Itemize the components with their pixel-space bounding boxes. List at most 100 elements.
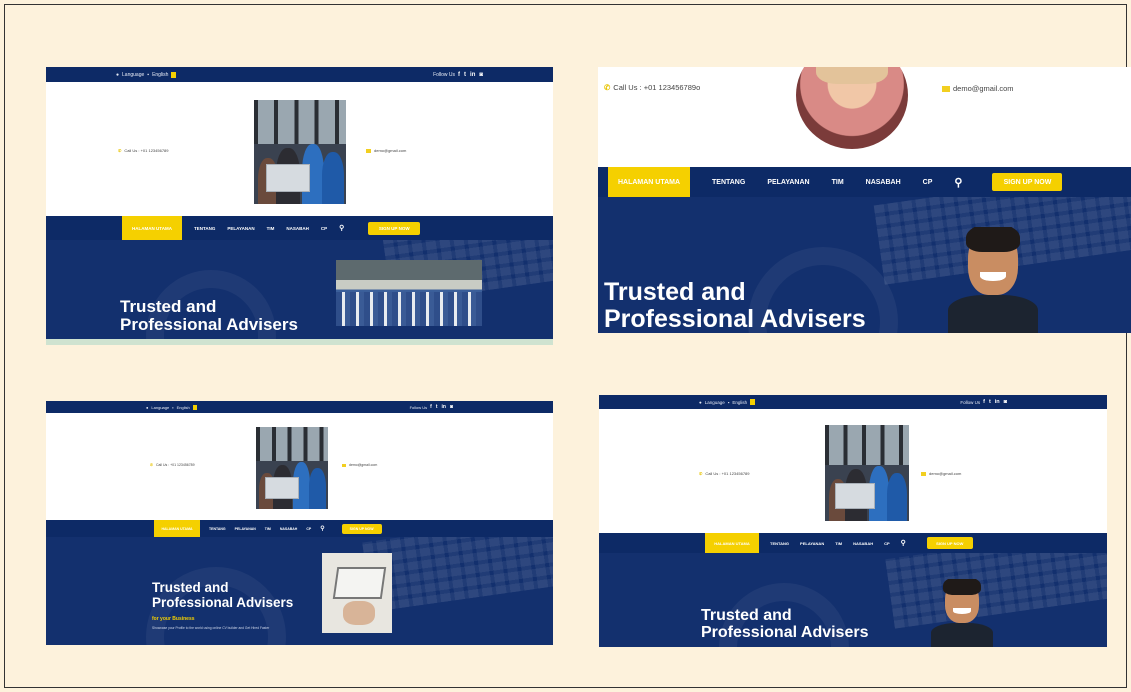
search-icon[interactable]: ⚲ — [320, 525, 324, 532]
advisor-photo — [931, 579, 993, 647]
nav-item-nasabah[interactable]: NASABAH — [286, 226, 309, 231]
nav-item-pelayanan[interactable]: PELAYANAN — [235, 527, 256, 531]
screenshot-bottom-right: ● Language ▪ English Follow Us f t in ◙ … — [599, 395, 1107, 647]
nav-item-cp[interactable]: CP — [306, 527, 311, 531]
linkedin-icon[interactable]: in — [995, 399, 1000, 405]
nav-item-nasabah[interactable]: NASABAH — [866, 179, 901, 186]
search-icon[interactable]: ⚲ — [339, 224, 344, 232]
flag-icon: ▪ — [147, 71, 150, 78]
collage-frame: ● Language ▪ English Follow Us f t in ◙ … — [4, 4, 1131, 688]
hero-section: Trusted and Professional Advisers for yo… — [46, 537, 553, 645]
social-links: Follow Us f t in ◙ — [433, 71, 483, 78]
search-icon[interactable]: ⚲ — [954, 176, 962, 189]
nav-item-halaman-utama[interactable]: HALAMAN UTAMA — [608, 167, 690, 197]
instagram-icon[interactable]: ◙ — [479, 72, 483, 78]
top-bar: ● Language ▪ English Follow Us f t in ◙ — [46, 67, 553, 82]
nav-item-pelayanan[interactable]: PELAYANAN — [800, 541, 824, 546]
twitter-icon[interactable]: t — [436, 404, 438, 410]
nav-item-tim[interactable]: TIM — [835, 541, 842, 546]
main-nav: HALAMAN UTAMA TENTANG PELAYANAN TIM NASA… — [599, 533, 1107, 553]
hero-description: Showcase your Profile to the world using… — [152, 626, 270, 630]
nav-item-halaman-utama[interactable]: HALAMAN UTAMA — [122, 216, 182, 240]
header: ✆ Call Us : +01 123456789o demo@gmail.co… — [598, 67, 1131, 167]
nav-item-tim[interactable]: TIM — [265, 527, 271, 531]
language-selector[interactable]: ● Language ▪ English — [699, 399, 756, 405]
top-bar: ● Language ▪ English Follow Us f t in ◙ — [46, 401, 553, 413]
social-links: Follow Us f t in ◙ — [960, 399, 1007, 405]
nav-item-tentang[interactable]: TENTANG — [712, 179, 745, 186]
call-info: ✆ Call Us : +01 123456789 — [699, 471, 750, 476]
call-info: ✆ Call Us : +01 123456789o — [604, 83, 701, 92]
hero-section: Trusted and Professional Advisers — [46, 240, 553, 339]
header: ✆ Call Us : +01 123456789 demo@gmail.com — [599, 409, 1107, 533]
nav-item-tentang[interactable]: TENTANG — [194, 226, 215, 231]
twitter-icon[interactable]: t — [464, 72, 466, 78]
profile-photo — [796, 67, 908, 149]
main-nav: HALAMAN UTAMA TENTANG PELAYANAN TIM NASA… — [598, 167, 1131, 197]
nav-item-pelayanan[interactable]: PELAYANAN — [227, 226, 254, 231]
linkedin-icon[interactable]: in — [470, 72, 475, 78]
nav-item-cp[interactable]: CP — [884, 541, 890, 546]
language-selector[interactable]: ● Language ▪ English — [146, 404, 197, 410]
nav-item-cp[interactable]: CP — [923, 179, 933, 186]
hero-title: Trusted and Professional Advisers — [152, 580, 294, 610]
language-selector[interactable]: ● Language ▪ English — [116, 71, 177, 78]
flag-icon: ▪ — [727, 399, 730, 405]
laptop-photo — [322, 553, 392, 633]
hero-section: Trusted and Professional Advisers — [599, 553, 1107, 647]
instagram-icon[interactable]: ◙ — [450, 404, 453, 410]
email-info: demo@gmail.com — [366, 148, 406, 153]
nav-item-tim[interactable]: TIM — [267, 226, 275, 231]
nav-item-cp[interactable]: CP — [321, 226, 327, 231]
linkedin-icon[interactable]: in — [442, 404, 446, 410]
sign-up-button[interactable]: SIGN UP NOW — [341, 523, 382, 534]
mail-icon — [921, 471, 926, 476]
hero-title: Trusted and Professional Advisers — [701, 607, 869, 642]
nav-item-tim[interactable]: TIM — [832, 179, 844, 186]
search-icon[interactable]: ⚲ — [901, 539, 906, 547]
facebook-icon[interactable]: f — [430, 404, 432, 410]
team-photo — [256, 427, 328, 509]
mail-icon — [342, 463, 346, 467]
bottom-strip — [46, 339, 553, 345]
social-links: Follow Us f t in ◙ — [409, 404, 453, 410]
facebook-icon[interactable]: f — [458, 72, 460, 78]
phone-icon: ✆ — [150, 463, 153, 467]
twitter-icon[interactable]: t — [989, 399, 991, 405]
top-bar: ● Language ▪ English Follow Us f t in ◙ — [599, 395, 1107, 409]
main-nav: HALAMAN UTAMA TENTANG PELAYANAN TIM NASA… — [46, 216, 553, 240]
sign-up-button[interactable]: SIGN UP NOW — [992, 173, 1063, 191]
instagram-icon[interactable]: ◙ — [1004, 399, 1007, 405]
nav-item-tentang[interactable]: TENTANG — [209, 527, 226, 531]
nav-item-tentang[interactable]: TENTANG — [770, 541, 789, 546]
team-photo — [254, 100, 346, 204]
main-nav: HALAMAN UTAMA TENTANG PELAYANAN TIM NASA… — [46, 520, 553, 537]
globe-icon: ● — [146, 404, 149, 410]
nav-item-nasabah[interactable]: NASABAH — [853, 541, 873, 546]
dropdown-icon — [192, 404, 197, 410]
hero-title: Trusted and Professional Advisers — [120, 297, 298, 335]
sign-up-button[interactable]: SIGN UP NOW — [368, 221, 421, 235]
call-info: ✆ Call Us : +01 123456789 — [118, 148, 169, 153]
screenshot-top-right: ✆ Call Us : +01 123456789o demo@gmail.co… — [598, 67, 1131, 333]
dropdown-icon — [171, 71, 177, 78]
hero-subtitle: for your Business — [152, 616, 195, 622]
sign-up-button[interactable]: SIGN UP NOW — [926, 537, 973, 549]
email-info: demo@gmail.com — [921, 471, 961, 476]
facebook-icon[interactable]: f — [983, 399, 985, 405]
hero-section: Trusted and Professional Advisers — [598, 197, 1131, 333]
group-photo — [336, 260, 482, 326]
email-info: demo@gmail.com — [942, 84, 1014, 93]
mail-icon — [942, 85, 950, 92]
header: ✆ Call Us : +01 123456789 demo@gmail.com — [46, 413, 553, 520]
dropdown-icon — [750, 399, 756, 405]
advisor-photo — [948, 227, 1038, 333]
globe-icon: ● — [116, 71, 120, 78]
nav-item-halaman-utama[interactable]: HALAMAN UTAMA — [705, 533, 759, 553]
nav-item-halaman-utama[interactable]: HALAMAN UTAMA — [154, 520, 200, 537]
globe-icon: ● — [699, 399, 702, 405]
flag-icon: ▪ — [172, 404, 174, 410]
phone-icon: ✆ — [699, 471, 703, 476]
nav-item-pelayanan[interactable]: PELAYANAN — [767, 179, 809, 186]
nav-item-nasabah[interactable]: NASABAH — [280, 527, 298, 531]
